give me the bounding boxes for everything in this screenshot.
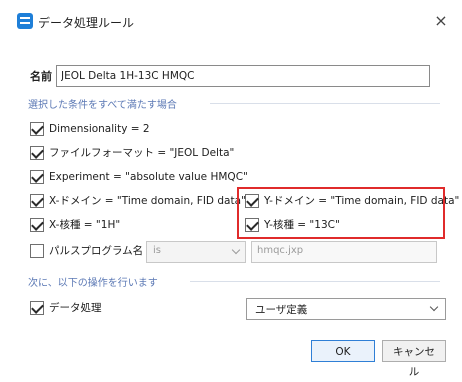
- pulse-value-text: hmqc.jxp: [257, 245, 304, 256]
- close-button[interactable]: ×: [430, 10, 452, 32]
- name-label: 名前: [30, 70, 52, 83]
- action-label: データ処理: [49, 302, 102, 314]
- conditions-section-label: 選択した条件をすべて満たす場合: [28, 100, 177, 111]
- checkbox-data-processing[interactable]: [30, 301, 44, 315]
- condition-label: X-ドメイン = "Time domain, FID data": [49, 195, 246, 207]
- checkbox-x-domain[interactable]: [30, 194, 44, 208]
- conditions-divider: [210, 103, 440, 104]
- pulse-operator-dropdown[interactable]: is: [146, 241, 246, 263]
- chevron-down-icon: [429, 302, 439, 312]
- processing-select[interactable]: ユーザ定義: [246, 298, 446, 320]
- checkbox-experiment[interactable]: [30, 170, 44, 184]
- checkbox-file-format[interactable]: [30, 146, 44, 160]
- cancel-button[interactable]: キャンセル: [382, 340, 446, 378]
- actions-section-label: 次に、以下の操作を行います: [28, 278, 158, 289]
- actions-divider: [190, 281, 440, 282]
- title-bar: データ処理ルール ×: [0, 0, 462, 44]
- data-processing-rule-dialog: データ処理ルール × 名前 選択した条件をすべて満たす場合 Dimensiona…: [0, 0, 462, 378]
- pulse-value-input[interactable]: hmqc.jxp: [251, 241, 437, 263]
- checkbox-x-nucleus[interactable]: [30, 218, 44, 232]
- condition-label: Experiment = "absolute value HMQC": [49, 171, 248, 183]
- condition-label: X-核種 = "1H": [49, 219, 121, 231]
- condition-label: Dimensionality = 2: [49, 123, 150, 135]
- name-input[interactable]: [56, 65, 430, 87]
- pulse-operator-value: is: [153, 245, 161, 256]
- condition-label: パルスプログラム名: [49, 245, 144, 257]
- chevron-down-icon: [231, 245, 241, 255]
- highlight-box: [237, 187, 445, 239]
- condition-label: ファイルフォーマット = "JEOL Delta": [49, 147, 235, 159]
- checkbox-dimensionality[interactable]: [30, 122, 44, 136]
- checkbox-pulse-program[interactable]: [30, 244, 44, 258]
- ok-button[interactable]: OK: [311, 340, 375, 362]
- window-title: データ処理ルール: [38, 16, 135, 30]
- processing-select-value: ユーザ定義: [255, 304, 308, 316]
- app-icon: [17, 13, 33, 29]
